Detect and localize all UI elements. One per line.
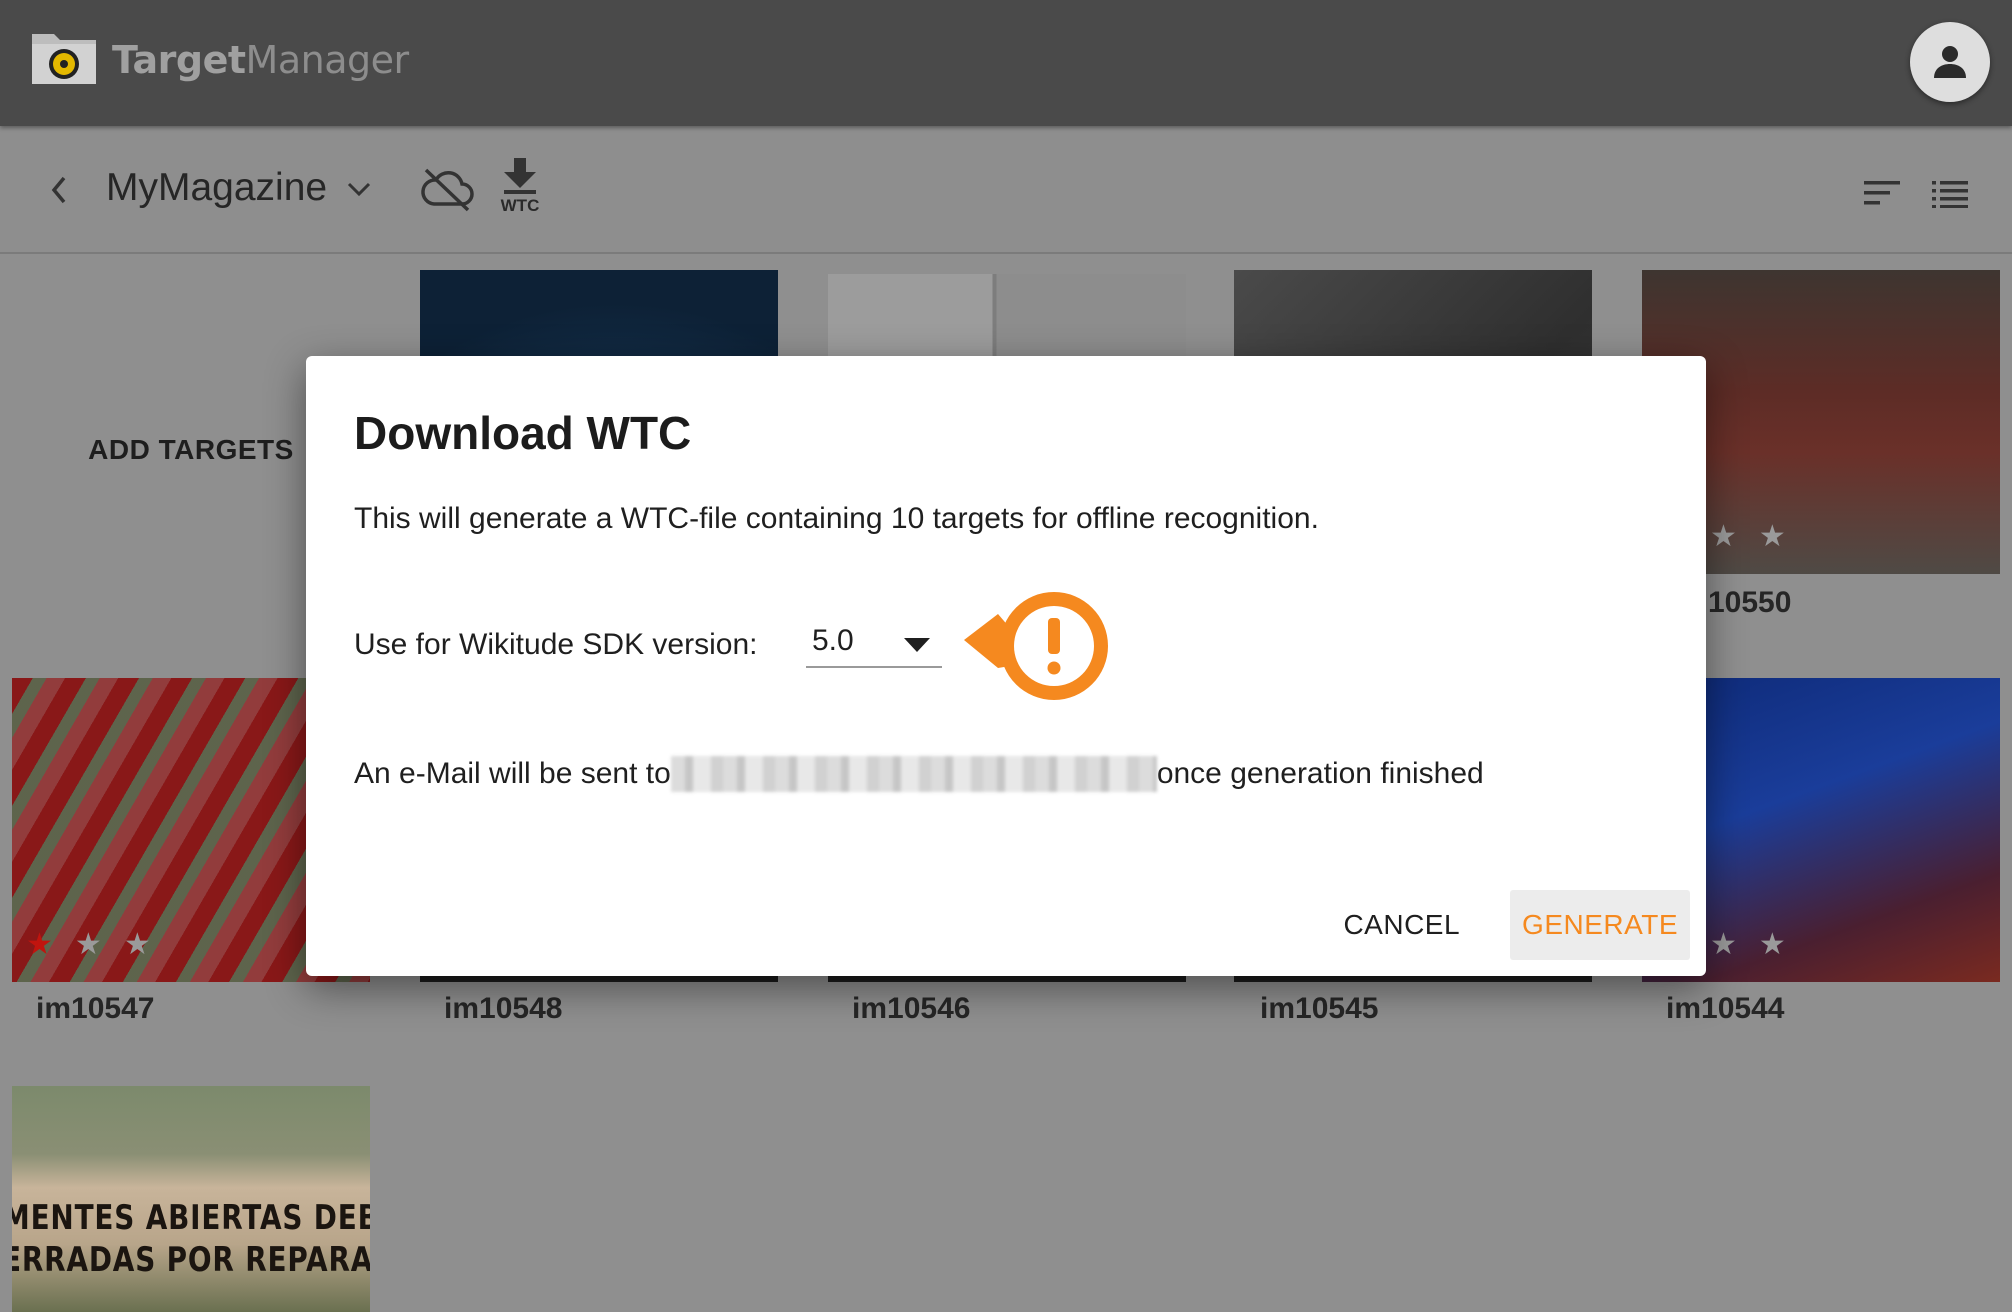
warning-callout-icon bbox=[954, 584, 1114, 708]
email-notice-prefix: An e-Mail will be sent to bbox=[354, 757, 671, 790]
dialog-description: This will generate a WTC-file containing… bbox=[354, 502, 1319, 535]
email-notice: An e-Mail will be sent to once generatio… bbox=[354, 756, 1484, 792]
email-notice-suffix: once generation finished bbox=[1156, 757, 1484, 790]
cancel-button[interactable]: CANCEL bbox=[1315, 890, 1488, 960]
sdk-version-label: Use for Wikitude SDK version: bbox=[354, 628, 758, 661]
dialog-title: Download WTC bbox=[354, 407, 692, 459]
dialog-actions: CANCEL GENERATE bbox=[1315, 890, 1690, 960]
generate-button[interactable]: GENERATE bbox=[1510, 890, 1690, 960]
dropdown-caret-icon bbox=[904, 638, 930, 652]
sdk-version-value: 5.0 bbox=[812, 624, 854, 657]
download-wtc-dialog: Download WTC This will generate a WTC-fi… bbox=[306, 356, 1706, 976]
sdk-version-select[interactable]: 5.0 bbox=[806, 616, 942, 668]
redacted-email bbox=[670, 756, 1157, 792]
